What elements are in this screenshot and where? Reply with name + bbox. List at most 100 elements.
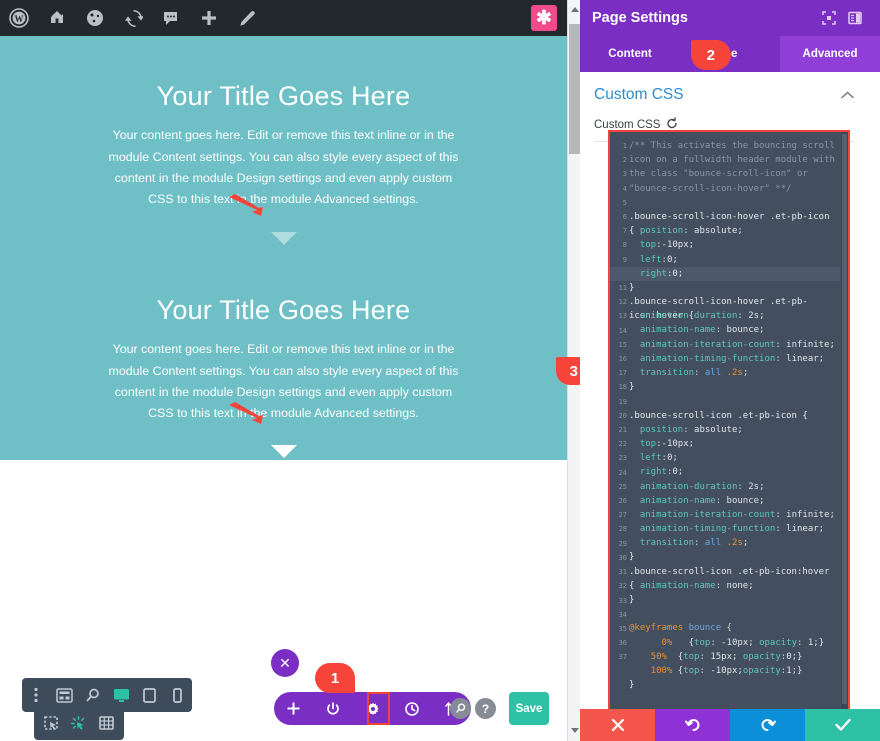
line-number: 5 [610, 196, 629, 210]
page-preview: W ✱ Your Title Goes [0, 0, 567, 741]
code-line: 0% {top: -10px; opacity: 1;} [629, 636, 840, 650]
svg-text:W: W [15, 14, 24, 24]
line-number: 8 [610, 238, 629, 252]
edit-pencil-icon[interactable] [228, 0, 266, 36]
hero-title: Your Title Goes Here [0, 268, 567, 326]
code-line: position: absolute; [629, 423, 840, 437]
panel-footer [580, 709, 880, 741]
tab-advanced[interactable]: Advanced [780, 36, 880, 72]
line-number: 30 [610, 551, 629, 565]
editor-gutter: 1234567891011121314151617181920212223242… [610, 132, 629, 713]
save-button[interactable]: Save [509, 692, 549, 725]
code-line: 50% {top: 15px; opacity:0;} [629, 650, 840, 664]
fullwidth-header-module-1[interactable]: Your Title Goes Here Your content goes h… [0, 36, 567, 268]
line-number: 21 [610, 423, 629, 437]
editor-scrollbar[interactable] [841, 132, 848, 713]
scrollbar-thumb[interactable] [569, 24, 580, 154]
hero-body-text: Your content goes here. Edit or remove t… [109, 125, 459, 210]
help-icon[interactable]: ? [475, 698, 496, 719]
custom-css-editor[interactable]: 1234567891011121314151617181920212223242… [608, 130, 850, 715]
line-number: 24 [610, 466, 629, 480]
annotation-arrow-icon [227, 193, 273, 219]
annotation-arrow-icon [227, 401, 273, 427]
line-number: 28 [610, 522, 629, 536]
chevron-up-icon[interactable] [841, 88, 854, 102]
callout-number: 3 [570, 363, 578, 380]
dashboard-speed-icon[interactable] [76, 0, 114, 36]
cancel-button[interactable] [580, 709, 655, 741]
line-number: 18 [610, 380, 629, 394]
code-line: animation-iteration-count: infinite; [629, 338, 840, 352]
line-number: 13 [610, 309, 629, 323]
callout-badge-1: 1 [315, 663, 355, 693]
add-icon[interactable] [274, 692, 313, 725]
code-line: .bounce-scroll-icon .et-pb-icon { [629, 409, 840, 423]
select-area-icon[interactable] [38, 706, 65, 740]
code-line: transition: all .2s; [629, 366, 840, 380]
code-line [629, 394, 840, 408]
undo-button[interactable] [655, 709, 730, 741]
line-number: 37 [610, 650, 629, 664]
scroll-down-arrow-icon[interactable] [571, 728, 579, 733]
line-number: 22 [610, 437, 629, 451]
updates-icon[interactable] [114, 0, 152, 36]
comments-icon[interactable] [152, 0, 190, 36]
click-mode-icon[interactable] [65, 706, 92, 740]
code-line: } [629, 281, 840, 295]
line-number: 15 [610, 338, 629, 352]
view-mode-submenu[interactable] [34, 706, 124, 740]
history-clock-icon[interactable] [392, 692, 431, 725]
code-line [629, 196, 840, 210]
code-line: animation-duration: 2s; [629, 480, 840, 494]
line-number: 25 [610, 480, 629, 494]
code-line: animation-name: none; [629, 579, 840, 593]
scrollbar-thumb[interactable] [842, 134, 847, 704]
search-icon[interactable] [450, 698, 471, 719]
new-content-icon[interactable] [190, 0, 228, 36]
line-number: 4 [610, 182, 629, 196]
line-number: 32 [610, 579, 629, 593]
code-line: "bounce-scroll-icon-hover" **/ [629, 182, 840, 196]
hero-title: Your Title Goes Here [0, 36, 567, 112]
custom-css-section-header[interactable]: Custom CSS [580, 72, 868, 110]
redo-button[interactable] [730, 709, 805, 741]
code-line: .bounce-scroll-icon-hover .et-pb-icon:ho… [629, 295, 840, 309]
tablet-view-icon[interactable] [135, 678, 163, 712]
code-line: .bounce-scroll-icon-hover .et-pb-icon { [629, 210, 840, 224]
code-line: @keyframes bounce { [629, 621, 840, 635]
fullwidth-header-module-2[interactable]: Your Title Goes Here Your content goes h… [0, 268, 567, 460]
code-line: .bounce-scroll-icon .et-pb-icon:hover { [629, 565, 840, 579]
scroll-up-arrow-icon[interactable] [571, 7, 579, 12]
line-number: 29 [610, 537, 629, 551]
tab-content[interactable]: Content [580, 36, 680, 72]
line-number: 6 [610, 210, 629, 224]
panel-layout-icon[interactable] [842, 5, 868, 31]
phone-view-icon[interactable] [164, 678, 192, 712]
line-number: 3 [610, 167, 629, 181]
chevron-down-icon[interactable] [271, 445, 297, 458]
asterisk-icon[interactable]: ✱ [531, 5, 557, 31]
editor-code-area[interactable]: /** This activates the bouncing scrollic… [629, 132, 840, 713]
confirm-save-button[interactable] [805, 709, 880, 741]
line-number: 35 [610, 622, 629, 636]
code-line: position: absolute; [629, 224, 840, 238]
close-icon[interactable]: ✕ [271, 649, 299, 677]
line-number: 12 [610, 295, 629, 309]
line-number: 7 [610, 224, 629, 238]
callout-badge-2: 2 [691, 40, 731, 70]
code-line: top:-10px; [629, 238, 840, 252]
code-line [629, 607, 840, 621]
code-line: icon on a fullwidth header module with [629, 153, 840, 167]
power-icon[interactable] [313, 692, 352, 725]
code-line: animation-duration: 2s; [629, 309, 840, 323]
code-line: /** This activates the bouncing scroll [629, 139, 840, 153]
focus-mode-icon[interactable] [816, 5, 842, 31]
home-icon[interactable] [38, 0, 76, 36]
code-line: animation-name: bounce; [629, 494, 840, 508]
wordpress-logo-icon[interactable]: W [0, 0, 38, 36]
code-line: left:0; [629, 451, 840, 465]
chevron-down-icon[interactable] [271, 232, 297, 245]
code-line: 100% {top: -10px;opacity:1;} [629, 664, 840, 678]
hero-body-text: Your content goes here. Edit or remove t… [109, 339, 459, 424]
grid-view-icon[interactable] [93, 706, 120, 740]
